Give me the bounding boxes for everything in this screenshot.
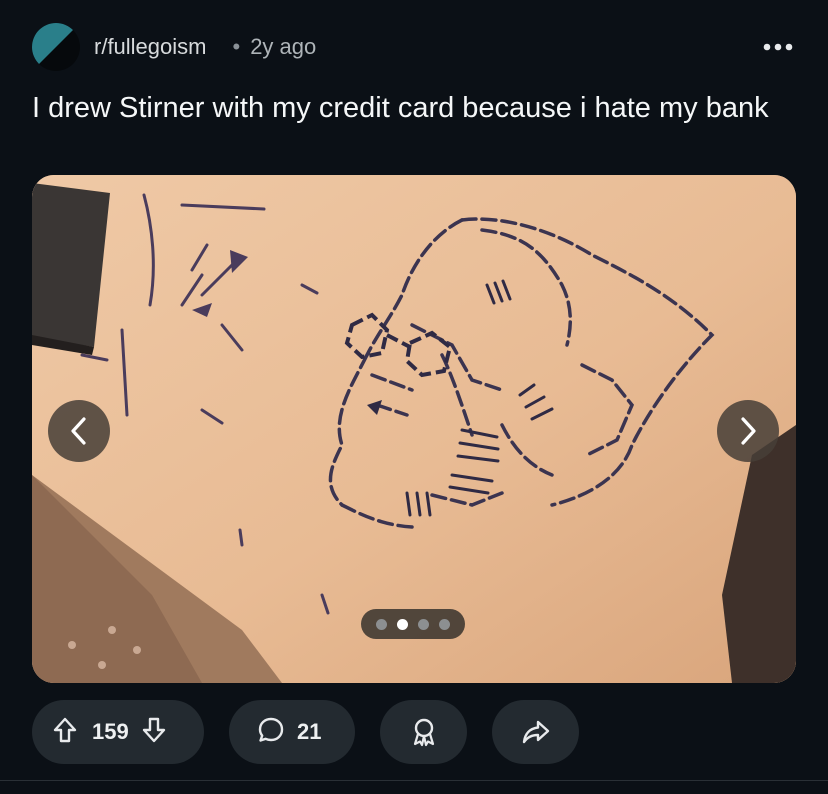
divider [0,780,828,781]
pager-dot[interactable] [376,618,387,630]
pager-dot[interactable] [439,618,450,630]
pager-dot[interactable] [418,618,429,630]
share-arrow-icon [522,720,549,744]
award-button[interactable] [380,700,467,764]
post-header: r/fullegoism • 2y ago [32,22,796,72]
image-gallery[interactable] [32,175,796,683]
subreddit-avatar[interactable] [32,23,80,71]
pager-dot-active[interactable] [397,618,408,630]
post-title[interactable]: I drew Stirner with my credit card becau… [32,88,792,128]
award-icon [413,718,434,747]
subreddit-name[interactable]: r/fullegoism [94,34,206,60]
gallery-next-button[interactable] [717,400,779,462]
comments-button[interactable]: 21 [229,700,355,764]
comment-bubble-icon [257,716,285,749]
chevron-left-icon [71,417,86,445]
gallery-image [32,175,796,683]
upvote-arrow-icon[interactable] [52,716,78,749]
post-age: 2y ago [250,34,317,59]
comment-count: 21 [297,719,322,744]
share-button[interactable] [492,700,579,764]
gallery-pager [361,609,465,639]
downvote-arrow-icon[interactable] [141,716,167,749]
chevron-right-icon [741,417,756,445]
meta-separator: • [232,34,241,59]
more-options-icon[interactable] [760,29,796,65]
vote-score: 159 [92,719,129,744]
gallery-previous-button[interactable] [48,400,110,462]
vote-pill: 159 [32,700,204,764]
